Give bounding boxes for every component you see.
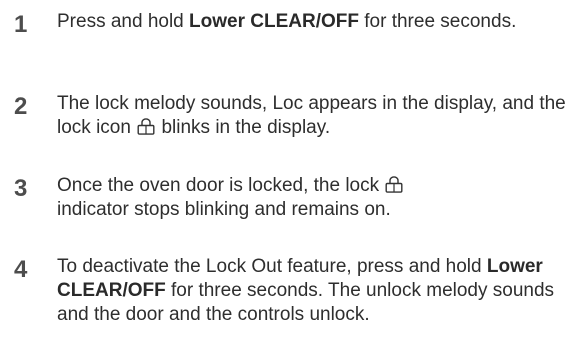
step-text-part: blinks in the display. xyxy=(156,117,331,138)
step-text-part: for three seconds. xyxy=(358,11,517,32)
step-number: 3 xyxy=(14,175,28,202)
step-text-part: Once the oven door is locked, the lock xyxy=(57,175,385,196)
step-text: The lock melody sounds, Loc appears in t… xyxy=(57,92,584,140)
step-text-part: Press and hold xyxy=(57,11,190,32)
control-name: Lower CLEAR/OFF xyxy=(189,11,359,32)
step-text-part: To deactivate the Lock Out feature, pres… xyxy=(57,256,487,277)
step-text: Press and hold Lower CLEAR/OFF for three… xyxy=(57,10,584,34)
lock-icon xyxy=(385,176,403,193)
lock-icon xyxy=(137,118,155,135)
step-number: 2 xyxy=(14,93,28,120)
step-text-part: indicator stops blinking and remains on. xyxy=(57,199,391,220)
step-text: To deactivate the Lock Out feature, pres… xyxy=(57,255,584,327)
step-number: 4 xyxy=(14,256,28,283)
step-text: Once the oven door is locked, the lock i… xyxy=(57,174,584,222)
step-number: 1 xyxy=(14,11,28,38)
